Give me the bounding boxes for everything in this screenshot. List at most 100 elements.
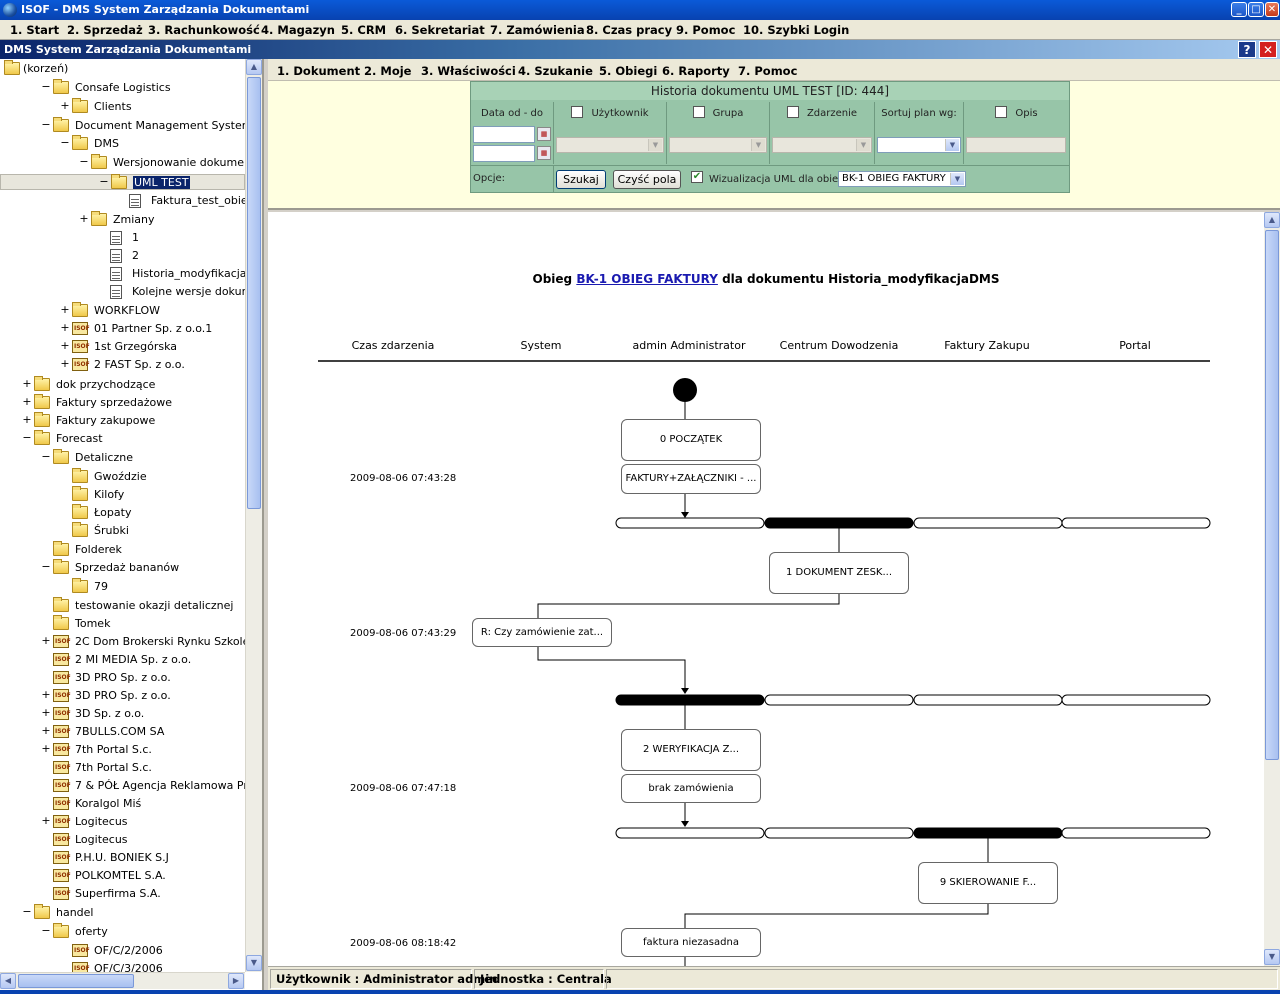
tree-node[interactable]: − Forecast (0, 430, 245, 447)
collapse-icon[interactable]: − (41, 925, 51, 937)
menu-rachunkowosc[interactable]: 3. Rachunkowość (148, 23, 260, 37)
menu-start[interactable]: 1. Start (10, 23, 59, 37)
tree-node[interactable]: + Faktury sprzedażowe (0, 394, 245, 411)
tree-node[interactable]: Łopaty (0, 504, 245, 521)
help-button[interactable]: ? (1238, 41, 1256, 58)
tree-node[interactable]: + Faktury zakupowe (0, 412, 245, 429)
tree-node[interactable]: + WORKFLOW (0, 302, 245, 319)
menu-sekretariat[interactable]: 6. Sekretariat (395, 23, 485, 37)
collapse-icon[interactable]: − (41, 561, 51, 573)
tree-node[interactable]: + Clients (0, 98, 245, 115)
scroll-thumb[interactable] (1265, 230, 1279, 760)
search-button[interactable]: Szukaj (556, 170, 606, 189)
menu-magazyn[interactable]: 4. Magazyn (261, 23, 335, 37)
tree-node[interactable]: + dok przychodzące (0, 376, 245, 393)
tree-node[interactable]: − Consafe Logistics (0, 79, 245, 96)
tree-node[interactable]: 7 & PÓŁ Agencja Reklamowa Przem (0, 778, 262, 794)
tree-node[interactable]: − UML TEST (0, 174, 245, 190)
step-box[interactable]: 2 WERYFIKACJA Z... (621, 729, 761, 771)
menu-crm[interactable]: 5. CRM (341, 23, 386, 37)
expand-icon[interactable]: + (79, 213, 89, 225)
tree-node[interactable]: Śrubki (0, 522, 245, 539)
collapse-icon[interactable]: − (41, 119, 51, 131)
expand-icon[interactable]: + (41, 725, 51, 737)
tree-node[interactable]: +3D PRO Sp. z o.o. (0, 688, 245, 704)
group-select[interactable]: ▼ (669, 137, 767, 153)
uml-visualization-checkbox[interactable]: ✔ (691, 171, 703, 183)
collapse-icon[interactable]: − (22, 432, 32, 444)
expand-icon[interactable]: + (22, 396, 32, 408)
minimize-button[interactable]: _ (1231, 2, 1247, 17)
sort-select[interactable]: ▼ (877, 137, 961, 153)
scroll-thumb[interactable] (18, 974, 134, 988)
tree-node[interactable]: +01 Partner Sp. z o.o.1 (0, 321, 245, 337)
menu-szybki-login[interactable]: 10. Szybki Login (743, 23, 849, 37)
scroll-right-icon[interactable]: ▶ (228, 973, 244, 989)
module-close-button[interactable]: ✕ (1259, 41, 1277, 58)
tree-node[interactable]: +3D Sp. z o.o. (0, 706, 245, 722)
tree-node[interactable]: Kolejne wersje dokumentu_F2k (0, 284, 262, 300)
collapse-icon[interactable]: − (99, 176, 109, 188)
tree-node[interactable]: OF/C/2/2006 (0, 943, 245, 959)
tree-node[interactable]: − DMS (0, 135, 245, 152)
menu-pomoc-doc[interactable]: 7. Pomoc (738, 64, 797, 78)
expand-icon[interactable]: + (41, 635, 51, 647)
tree-node[interactable]: 2 (0, 248, 245, 264)
menu-obiegi[interactable]: 5. Obiegi (599, 64, 657, 78)
tree-node[interactable]: Kilofy (0, 486, 245, 503)
step-box[interactable]: brak zamówienia (621, 774, 761, 803)
tree-node[interactable]: − Wersjonowanie dokumentów (0, 154, 262, 171)
tree-node[interactable]: − Document Management System (0, 117, 252, 134)
tree-node[interactable]: − Detaliczne (0, 449, 245, 466)
collapse-icon[interactable]: − (41, 451, 51, 463)
expand-icon[interactable]: + (22, 414, 32, 426)
tree-node[interactable]: Folderek (0, 541, 245, 558)
date-to-input[interactable] (473, 145, 535, 162)
menu-dokument[interactable]: 1. Dokument (277, 64, 360, 78)
step-box[interactable]: R: Czy zamówienie zat... (472, 618, 612, 647)
expand-icon[interactable]: + (41, 707, 51, 719)
maximize-button[interactable]: □ (1248, 2, 1264, 17)
tree-node[interactable]: Faktura_test_obiegu (0, 193, 262, 209)
collapse-icon[interactable]: − (60, 137, 70, 149)
tree-node[interactable]: − Sprzedaż bananów (0, 559, 245, 576)
scroll-up-icon[interactable]: ▲ (246, 59, 262, 75)
collapse-icon[interactable]: − (79, 156, 89, 168)
user-filter[interactable]: Użytkownik (554, 102, 666, 124)
menu-zamowienia[interactable]: 7. Zamówienia (490, 23, 585, 37)
tree-node[interactable]: +7BULLS.COM SA (0, 724, 245, 740)
tree-node[interactable]: 1 (0, 230, 245, 246)
tree-node[interactable]: POLKOMTEL S.A. (0, 868, 245, 884)
user-checkbox[interactable] (571, 106, 584, 118)
tree-node[interactable]: − handel (0, 904, 245, 921)
tree-node[interactable]: Logitecus (0, 832, 245, 848)
date-from-input[interactable] (473, 126, 535, 143)
menu-raporty[interactable]: 6. Raporty (662, 64, 730, 78)
tree-node[interactable]: Historia_modyfikacjaDMS (0, 266, 262, 282)
group-filter[interactable]: Grupa (667, 102, 769, 124)
scroll-left-icon[interactable]: ◀ (0, 973, 16, 989)
tree-node[interactable]: 3D PRO Sp. z o.o. (0, 670, 245, 686)
expand-icon[interactable]: + (41, 743, 51, 755)
tree-node[interactable]: − oferty (0, 923, 245, 940)
tree-node[interactable]: 7th Portal S.c. (0, 760, 245, 776)
expand-icon[interactable]: + (60, 100, 70, 112)
tree-node[interactable]: + Logitecus (0, 814, 245, 830)
flow-link[interactable]: BK-1 OBIEG FAKTURY (576, 272, 718, 286)
clear-fields-button[interactable]: Czyść pola (613, 170, 681, 189)
tree-node[interactable]: +2C Dom Brokerski Rynku Szkoleń Sp (0, 634, 262, 650)
tree-node[interactable]: P.H.U. BONIEK S.J (0, 850, 245, 866)
collapse-icon[interactable]: − (41, 81, 51, 93)
collapse-icon[interactable]: − (22, 906, 32, 918)
tree-node[interactable]: Gwoździe (0, 468, 245, 485)
user-select[interactable]: ▼ (556, 137, 664, 153)
desc-filter[interactable]: Opis (964, 102, 1069, 124)
step-box[interactable]: 1 DOKUMENT ZESK... (769, 552, 909, 594)
diagram-vertical-scrollbar[interactable]: ▲ ▼ (1264, 212, 1280, 966)
menu-szukanie[interactable]: 4. Szukanie (518, 64, 593, 78)
tree-node[interactable]: testowanie okazji detalicznej (0, 597, 245, 614)
menu-sprzedaz[interactable]: 2. Sprzedaż (67, 23, 143, 37)
tree-node[interactable]: 2 MI MEDIA Sp. z o.o. (0, 652, 245, 668)
expand-icon[interactable]: + (41, 815, 51, 827)
tree-node[interactable]: Tomek (0, 615, 245, 632)
